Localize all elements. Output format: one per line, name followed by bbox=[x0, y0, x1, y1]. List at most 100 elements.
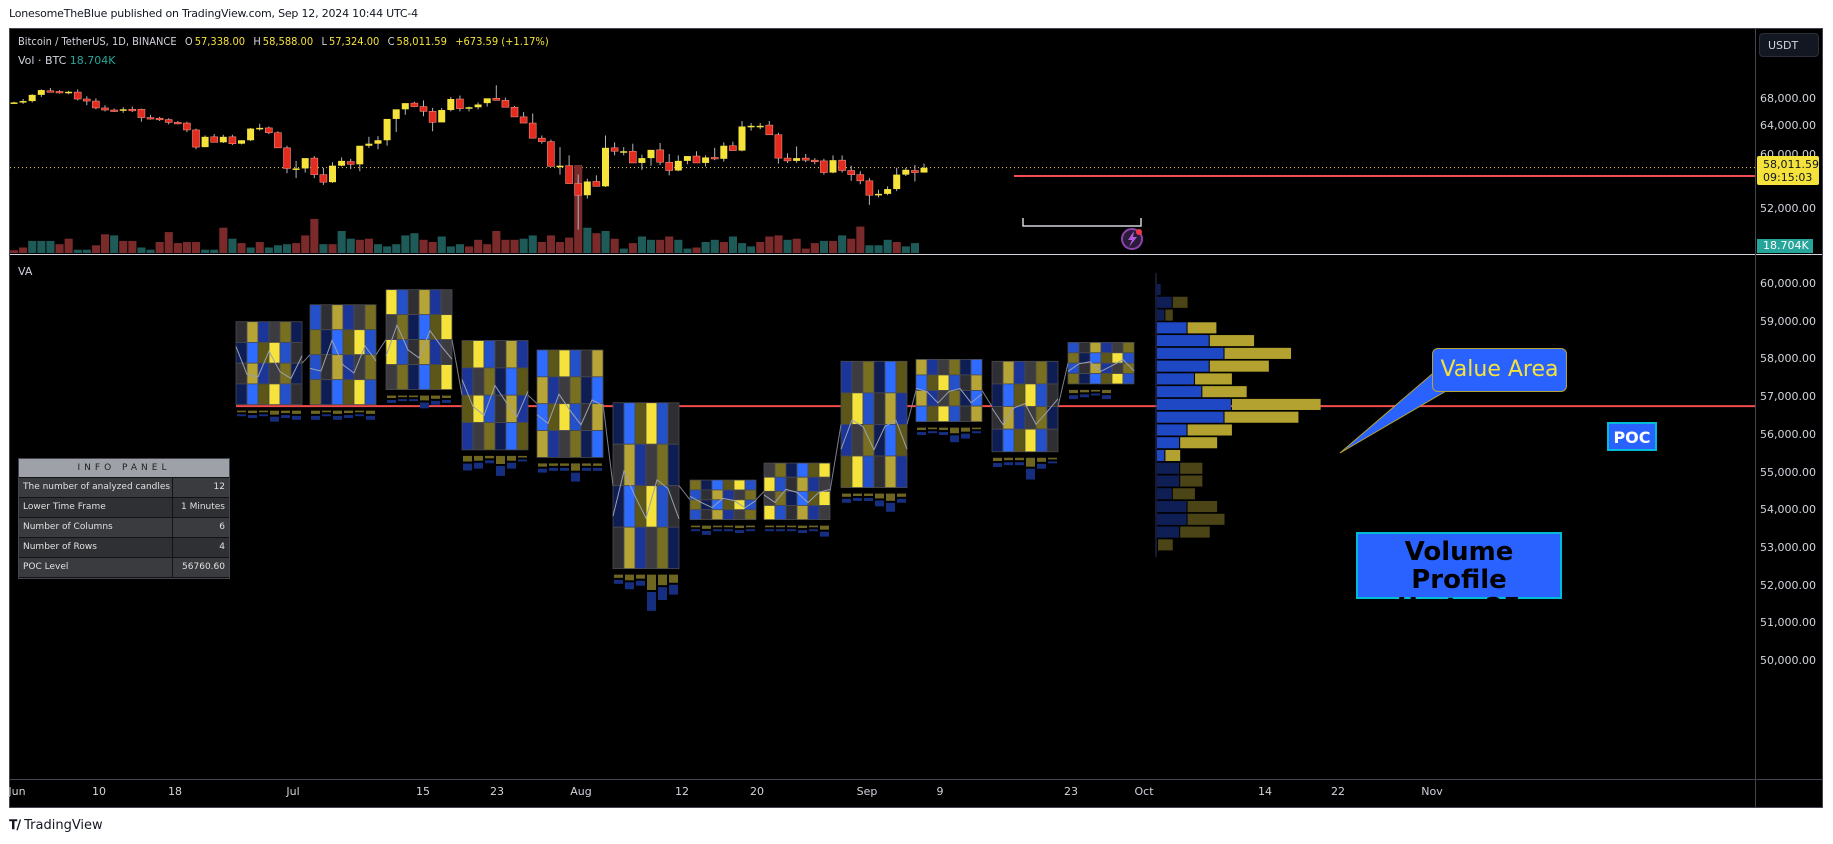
volume-bar bbox=[46, 240, 55, 253]
footprint-cell bbox=[634, 526, 647, 570]
footprint-cell bbox=[948, 359, 961, 376]
price-pane[interactable] bbox=[10, 29, 1755, 254]
column-buy-volume bbox=[474, 462, 483, 469]
column-buy-volume bbox=[647, 592, 656, 611]
footprint-cell bbox=[418, 364, 431, 390]
footprint-cell bbox=[505, 340, 518, 369]
price-axis-label: 55,000.00 bbox=[1760, 465, 1816, 479]
column-buy-volume bbox=[485, 460, 494, 464]
footprint-cell bbox=[440, 289, 453, 316]
info-panel-key: The number of analyzed candles bbox=[19, 478, 173, 497]
column-buy-volume bbox=[398, 399, 407, 402]
footprint-cell bbox=[268, 321, 281, 343]
volume-bar bbox=[892, 242, 901, 253]
column-buy-volume bbox=[724, 529, 733, 532]
footprint-cell bbox=[840, 455, 853, 488]
bull-candle bbox=[65, 91, 73, 94]
footprint-cell bbox=[785, 490, 798, 506]
column-buy-volume bbox=[853, 498, 862, 501]
bull-candle bbox=[238, 140, 245, 144]
indicator-legend[interactable]: VA bbox=[18, 265, 32, 278]
footprint-cell bbox=[711, 499, 724, 511]
bull-candle bbox=[247, 128, 255, 141]
column-sell-volume bbox=[344, 410, 353, 414]
volume-bar bbox=[719, 242, 728, 253]
column-buy-volume bbox=[366, 415, 375, 420]
column-buy-volume bbox=[593, 467, 602, 471]
footprint-cell bbox=[516, 394, 529, 423]
volume-legend[interactable]: Vol · BTC 18.704K bbox=[18, 54, 115, 67]
column-sell-volume bbox=[1015, 457, 1024, 461]
bear-candle bbox=[55, 91, 64, 94]
volume-bar bbox=[410, 233, 419, 253]
footprint-cell bbox=[407, 289, 420, 316]
bull-candle bbox=[583, 181, 591, 196]
profile-row bbox=[1157, 398, 1321, 410]
footprint-cell bbox=[364, 329, 377, 356]
profile-row bbox=[1157, 411, 1299, 423]
bear-candle bbox=[774, 134, 783, 159]
column-buy-volume bbox=[355, 414, 364, 417]
bull-candle bbox=[647, 149, 655, 159]
volume-profile-label[interactable]: Volume Profile Up to 25 Rows bbox=[1356, 532, 1562, 650]
column-sell-volume bbox=[420, 395, 429, 401]
column-buy-volume bbox=[669, 584, 678, 595]
bull-candle bbox=[474, 104, 482, 108]
bear-candle bbox=[46, 90, 55, 93]
footprint-cell bbox=[472, 340, 485, 369]
volume-legend-value: 18.704K bbox=[69, 54, 116, 67]
poc-label[interactable]: POC bbox=[1607, 422, 1657, 451]
footprint-cell bbox=[1111, 342, 1124, 354]
footprint-cell bbox=[290, 383, 303, 406]
column-buy-volume bbox=[1091, 393, 1100, 396]
footprint-cell bbox=[711, 509, 724, 521]
volume-bar bbox=[383, 246, 392, 253]
time-axis-label: 14 bbox=[1258, 785, 1272, 798]
low-value: 57,324.00 bbox=[328, 35, 380, 48]
volume-bar bbox=[219, 227, 228, 253]
column-sell-volume bbox=[724, 525, 733, 528]
footprint-cell bbox=[580, 376, 593, 405]
bear-candle bbox=[492, 98, 501, 101]
footprint-cell bbox=[309, 304, 322, 331]
time-axis-divider bbox=[10, 779, 1822, 780]
column-sell-volume bbox=[549, 463, 558, 466]
footprint-cell bbox=[796, 462, 809, 478]
bear-candle bbox=[92, 100, 100, 109]
footprint-cell bbox=[645, 526, 658, 570]
symbol-legend[interactable]: Bitcoin / TetherUS, 1D, BINANCE O 57,338.… bbox=[18, 35, 551, 48]
currency-button[interactable]: USDT bbox=[1759, 33, 1819, 57]
column-sell-volume bbox=[355, 410, 364, 413]
footprint-cell bbox=[418, 289, 431, 316]
volume-bar bbox=[474, 239, 483, 253]
footprint-connector bbox=[1057, 363, 1069, 407]
volume-bar bbox=[164, 232, 173, 253]
volume-bar bbox=[783, 239, 792, 253]
volume-bar bbox=[182, 242, 191, 253]
footprint-cell bbox=[667, 526, 680, 570]
footprint-cell bbox=[407, 314, 420, 341]
bear-candle bbox=[310, 157, 319, 175]
footprint-cell bbox=[364, 304, 377, 331]
footprint-cell bbox=[558, 349, 571, 378]
footprint-cell bbox=[309, 329, 322, 356]
profile-row bbox=[1157, 437, 1218, 449]
volume-bar bbox=[283, 244, 292, 253]
column-sell-volume bbox=[560, 463, 569, 466]
indicator-pane[interactable] bbox=[10, 255, 1755, 779]
volume-bar bbox=[401, 235, 410, 253]
column-buy-volume bbox=[1048, 461, 1057, 464]
bull-candle bbox=[292, 168, 300, 170]
profile-row bbox=[1157, 462, 1203, 474]
volume-bar bbox=[528, 235, 537, 253]
footprint-cell bbox=[895, 424, 908, 457]
footprint-cell bbox=[774, 476, 787, 492]
bear-candle bbox=[192, 129, 200, 148]
footprint-cell bbox=[634, 443, 647, 487]
footprint-cell bbox=[440, 314, 453, 341]
column-buy-volume bbox=[538, 468, 547, 473]
value-area-callout[interactable]: Value Area bbox=[1432, 348, 1567, 392]
volume-bar bbox=[583, 227, 592, 253]
tradingview-logo[interactable]: 𝐓∕ TradingView bbox=[9, 818, 103, 833]
bear-candle bbox=[210, 136, 218, 143]
